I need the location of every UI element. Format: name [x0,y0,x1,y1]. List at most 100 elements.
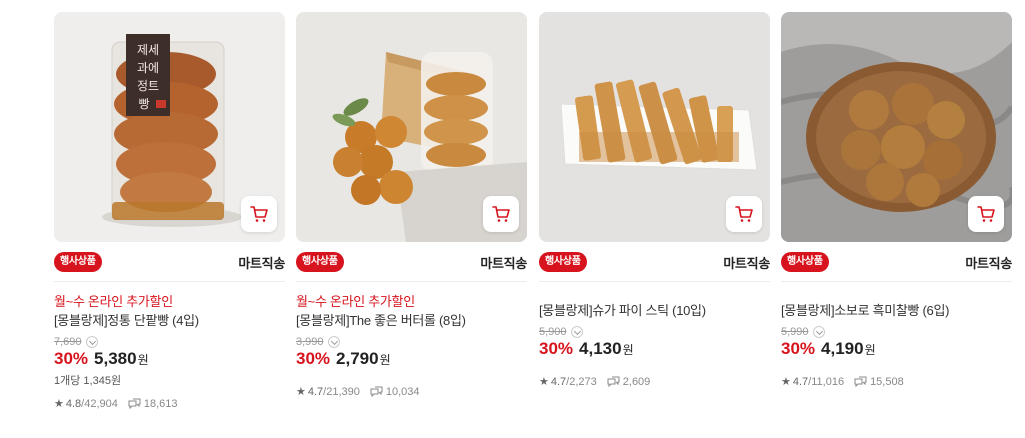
shipping-label: 마트직송 [723,255,770,271]
star-icon: ★ [54,398,64,410]
promo-text: 월~수 온라인 추가할인 [296,294,415,309]
rating-count: 42,904 [84,397,118,410]
price-row: 30% 5,380 원 [54,349,285,373]
shipping-label: 마트직송 [480,255,527,271]
add-to-cart-button[interactable] [483,196,519,232]
product-meta: 행사상품 마트직송 [781,250,1012,274]
svg-text:정트: 정트 [137,79,159,93]
sale-price: 4,130 [579,339,622,358]
chevron-down-icon[interactable] [570,325,583,338]
product-image[interactable] [781,12,1012,242]
cart-icon [250,206,268,222]
review-icon [607,376,620,387]
promo-text: 월~수 온라인 추가할인 [54,294,173,309]
event-badge: 행사상품 [296,252,344,272]
price-row: 30% 4,190 원 [781,339,1012,363]
sale-price: 2,790 [336,349,379,368]
product-name[interactable]: [몽블랑제]소보로 흑미찰빵 (6입) [781,302,1012,321]
product-card[interactable]: 제세 과에 정트 빵 행사상품 마트직송 월~수 온라인 추가할인 [몽블랑제]… [54,12,285,438]
chevron-down-icon[interactable] [85,335,98,348]
event-badge: 행사상품 [539,252,587,272]
event-badge: 행사상품 [54,252,102,272]
product-name[interactable]: [몽블랑제]슈가 파이 스틱 (10입) [539,302,770,321]
review-count: 18,613 [143,397,178,410]
svg-text:제세: 제세 [137,43,159,57]
product-meta: 행사상품 마트직송 [296,250,527,274]
price-row: 30% 4,130 원 [539,339,770,363]
product-image[interactable]: 제세 과에 정트 빵 [54,12,285,242]
add-to-cart-button[interactable] [726,196,762,232]
divider [54,281,285,282]
product-meta: 행사상품 마트직송 [54,250,285,274]
rating-score: 4.7 [792,375,809,388]
product-info[interactable]: [몽블랑제]슈가 파이 스틱 (10입) 5,900 30% 4,130 원 ★… [539,293,770,388]
product-card[interactable]: 행사상품 마트직송 [몽블랑제]소보로 흑미찰빵 (6입) 5,990 30% … [781,12,1012,438]
product-stats: ★ 4.7 / 11,016 15,508 [781,375,1012,389]
review-count: 15,508 [870,375,904,388]
divider [781,281,1012,282]
cart-icon [977,206,995,222]
discount-rate: 30% [781,339,816,358]
review-icon [854,376,867,387]
discount-rate: 30% [296,349,331,368]
product-stats: ★ 4.7 / 21,390 10,034 [296,385,527,399]
rating-score: 4.7 [307,385,324,398]
original-price: 5,990 [781,325,809,338]
product-image[interactable] [296,12,527,242]
product-grid: 제세 과에 정트 빵 행사상품 마트직송 월~수 온라인 추가할인 [몽블랑제]… [0,0,1025,438]
product-name[interactable]: [몽블랑제]The 좋은 버터롤 (8입) [296,312,527,331]
original-price-row: 5,900 [539,324,770,339]
product-stats: ★ 4.7 / 2,273 2,609 [539,375,770,389]
rating-count: 2,273 [569,375,597,388]
add-to-cart-button[interactable] [241,196,277,232]
review-count: 2,609 [622,375,651,388]
rating-count: 21,390 [326,385,360,398]
star-icon: ★ [539,376,549,388]
product-image[interactable] [539,12,770,242]
product-meta: 행사상품 마트직송 [539,250,770,274]
currency: 원 [622,343,634,357]
product-info[interactable]: 월~수 온라인 추가할인 [몽블랑제]정통 단팥빵 (4입) 7,690 30%… [54,293,285,410]
product-name[interactable]: [몽블랑제]정통 단팥빵 (4입) [54,312,285,331]
product-card[interactable]: 행사상품 마트직송 월~수 온라인 추가할인 [몽블랑제]The 좋은 버터롤 … [296,12,527,438]
shipping-label: 마트직송 [965,255,1012,271]
chevron-down-icon[interactable] [812,325,825,338]
discount-rate: 30% [54,349,89,368]
review-icon [370,386,383,397]
shipping-label: 마트직송 [238,255,285,271]
original-price: 5,900 [539,325,567,338]
price-row: 30% 2,790 원 [296,349,527,373]
product-info[interactable]: [몽블랑제]소보로 흑미찰빵 (6입) 5,990 30% 4,190 원 ★ … [781,293,1012,388]
svg-text:빵: 빵 [138,97,149,111]
currency: 원 [379,353,391,367]
star-icon: ★ [781,376,791,388]
product-stats: ★ 4.8 / 42,904 18,613 [54,397,285,411]
rating-count: 11,016 [811,375,845,388]
product-info[interactable]: 월~수 온라인 추가할인 [몽블랑제]The 좋은 버터롤 (8입) 3,990… [296,293,527,398]
currency: 원 [864,343,876,357]
original-price: 7,690 [54,335,82,348]
event-badge: 행사상품 [781,252,829,272]
original-price-row: 5,990 [781,324,1012,339]
original-price-row: 7,690 [54,334,285,349]
unit-price: 1개당 1,345원 [54,375,122,387]
review-count: 10,034 [385,385,420,398]
sale-price: 5,380 [94,349,137,368]
sale-price: 4,190 [821,339,864,358]
chevron-down-icon[interactable] [327,335,340,348]
original-price-row: 3,990 [296,334,527,349]
product-card[interactable]: 행사상품 마트직송 [몽블랑제]슈가 파이 스틱 (10입) 5,900 30%… [539,12,770,438]
star-icon: ★ [296,386,306,398]
add-to-cart-button[interactable] [968,196,1004,232]
divider [539,281,770,282]
rating-score: 4.8 [65,397,82,410]
discount-rate: 30% [539,339,574,358]
cart-icon [492,206,510,222]
divider [296,281,527,282]
review-icon [128,398,141,409]
original-price: 3,990 [296,335,324,348]
cart-icon [735,206,753,222]
currency: 원 [137,353,149,367]
rating-score: 4.7 [550,375,567,388]
svg-text:과에: 과에 [137,61,159,75]
